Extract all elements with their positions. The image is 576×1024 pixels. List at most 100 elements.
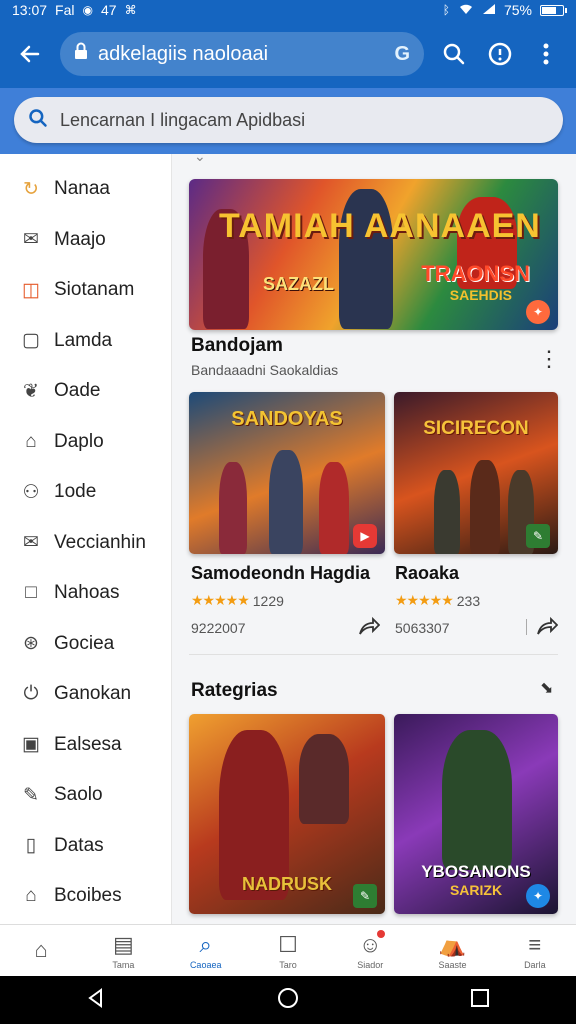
- notification-dot: [376, 929, 385, 938]
- sidebar-item-label: Siotanam: [54, 279, 135, 301]
- status-carrier: Fal: [55, 2, 75, 18]
- game-name[interactable]: Samodeondn Hagdia: [191, 563, 370, 584]
- game-rating: ★★★★★ 1229: [191, 592, 284, 609]
- category-card-art[interactable]: NADRUSK ✎: [189, 714, 385, 914]
- app-logo-icon: ▶: [353, 524, 377, 548]
- nav-back-icon[interactable]: [86, 987, 106, 1013]
- star-rating-icon: ★★★★★: [191, 592, 250, 608]
- bottom-nav-item[interactable]: ☺ Siador: [329, 925, 411, 976]
- sidebar-item-saolo[interactable]: ✎ Saolo: [0, 770, 171, 821]
- sidebar-item-1ode[interactable]: ⚇ 1ode: [0, 467, 171, 518]
- bottom-nav-label: Saaste: [438, 959, 467, 970]
- browser-toolbar: adkelagiis naoloaai G: [0, 20, 576, 88]
- bottom-nav: ⌂ ▤ Tama ⌕ Caoaea ☐ Taro ☺ Siador ⛺ Saaste ≡ Darla: [0, 924, 576, 976]
- pen-icon: ✎: [23, 784, 39, 806]
- game-name[interactable]: Raoaka: [395, 563, 459, 584]
- lock-icon: [74, 42, 88, 66]
- google-icon[interactable]: G: [394, 43, 410, 66]
- category-card-art[interactable]: YBOSANONS SARIZK ✦: [394, 714, 558, 914]
- publisher-badge-icon: ✦: [526, 300, 550, 324]
- rating-count: 233: [456, 592, 481, 609]
- app-logo-icon: ✎: [353, 884, 377, 908]
- main-content: ⌄ TAMIAH AANAAEN SAZAZL TRAONSN SAEHDIS …: [172, 154, 576, 924]
- globe-icon: ⊛: [23, 633, 39, 655]
- nav-home-icon[interactable]: [277, 987, 299, 1014]
- sidebar-item-ealsesa[interactable]: ▣ Ealsesa: [0, 720, 171, 771]
- envelope-icon: ✉: [23, 532, 39, 554]
- banner-subtitle: SAZAZL: [263, 274, 334, 294]
- nav-recents-icon[interactable]: [470, 988, 490, 1013]
- sidebar-item-ganokan[interactable]: ⏻ Ganokan: [0, 669, 171, 720]
- books-icon: ▯: [25, 835, 37, 857]
- game-rating: ★★★★★ 233: [395, 592, 480, 609]
- featured-subtitle: Bandaaadni Saokaldias: [191, 362, 339, 378]
- bottom-nav-item[interactable]: ☐ Taro: [247, 925, 329, 976]
- share-icon[interactable]: [358, 616, 381, 641]
- game-card-art[interactable]: SANDOYAS ▶: [189, 392, 385, 554]
- sidebar-item-bcoibes[interactable]: ⌂ Bcoibes: [0, 871, 171, 922]
- search-icon[interactable]: [438, 38, 470, 70]
- menu-icon: ≡: [528, 931, 542, 957]
- sidebar-item-nanaa[interactable]: ↻ Nanaa: [0, 164, 171, 215]
- sidebar-item-label: Veccianhin: [54, 531, 146, 553]
- hero-figure: [299, 734, 349, 824]
- chart-icon: ◫: [22, 279, 40, 301]
- status-time: 13:07: [12, 2, 48, 18]
- battery-icon: [540, 4, 567, 16]
- bottom-nav-item[interactable]: ⌕ Caoaea: [165, 925, 247, 976]
- banner-right-title: TRAONSN: [421, 261, 530, 286]
- bottom-nav-item[interactable]: ≡ Darla: [494, 925, 576, 976]
- face-icon: ☺: [359, 929, 385, 958]
- download-count: 9222007: [191, 620, 246, 636]
- tent-icon: ⛺: [438, 931, 467, 957]
- hero-figure: [219, 462, 247, 554]
- chevron-down-icon: ⌄: [194, 154, 206, 164]
- sidebar-item-label: Oade: [54, 380, 101, 402]
- bottom-nav-item[interactable]: ⛺ Saaste: [411, 925, 493, 976]
- chat-icon: ☐: [278, 931, 298, 957]
- game-art-title: SICIRECON: [423, 418, 529, 439]
- sidebar-item-label: Datas: [54, 834, 104, 856]
- sidebar-item-daplo[interactable]: ⌂ Daplo: [0, 417, 171, 468]
- sidebar-item-gociea[interactable]: ⊛ Gociea: [0, 619, 171, 670]
- status-extra: 47: [100, 2, 117, 18]
- sidebar-item-label: Gociea: [54, 632, 115, 654]
- mail-icon: ✉: [23, 229, 39, 251]
- sidebar-item-label: Lamda: [54, 329, 113, 351]
- bottom-nav-item[interactable]: ⌂: [0, 925, 82, 976]
- section-divider: [189, 654, 558, 655]
- signal-icon: [482, 3, 496, 18]
- more-vert-icon[interactable]: ⋮: [538, 346, 560, 372]
- info-icon[interactable]: [484, 38, 516, 70]
- hero-figure: [442, 730, 512, 870]
- bottom-nav-label: Tama: [112, 959, 135, 970]
- sidebar-item-oade[interactable]: ❦ Oade: [0, 366, 171, 417]
- sidebar-item-veccianhin[interactable]: ✉ Veccianhin: [0, 518, 171, 569]
- tag-icon: ⌂: [25, 885, 37, 907]
- bottom-nav-item[interactable]: ▤ Tama: [82, 925, 164, 976]
- box-icon: □: [25, 582, 37, 604]
- hero-figure: [470, 460, 500, 554]
- sidebar-item-maajo[interactable]: ✉ Maajo: [0, 215, 171, 266]
- hero-figure: [319, 462, 349, 554]
- share-icon[interactable]: [536, 616, 559, 641]
- sidebar-item-nahoas[interactable]: □ Nahoas: [0, 568, 171, 619]
- more-vert-icon[interactable]: [530, 38, 562, 70]
- app-search-field[interactable]: Lencarnan I lingacam Apidbasi: [14, 97, 563, 143]
- star-rating-icon: ★★★★★: [395, 592, 454, 608]
- sidebar-item-datas[interactable]: ▯ Datas: [0, 821, 171, 872]
- tag-icon: ⌂: [25, 430, 37, 452]
- search-icon: [28, 108, 48, 133]
- system-nav-bar: [0, 976, 576, 1024]
- home-icon: ⌂: [34, 936, 48, 962]
- featured-banner[interactable]: TAMIAH AANAAEN SAZAZL TRAONSN SAEHDIS ✦: [189, 179, 558, 330]
- sidebar-item-siotanam[interactable]: ◫ Siotanam: [0, 265, 171, 316]
- back-arrow-icon[interactable]: [14, 38, 46, 70]
- sidebar-item-lamda[interactable]: ▢ Lamda: [0, 316, 171, 367]
- arrow-diagonal-icon[interactable]: ⬊: [540, 678, 553, 698]
- address-bar[interactable]: adkelagiis naoloaai G: [60, 32, 424, 76]
- game-card-art[interactable]: SICIRECON ✎: [394, 392, 558, 554]
- sidebar-item-label: Ealsesa: [54, 733, 122, 755]
- location-icon: ◉: [82, 3, 93, 17]
- app-logo-icon: ✎: [526, 524, 550, 548]
